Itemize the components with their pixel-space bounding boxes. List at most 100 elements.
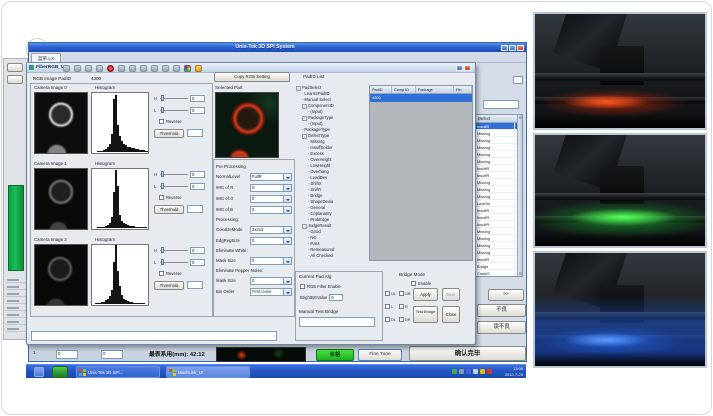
defect-row[interactable]: InsuffRN <box>476 165 522 172</box>
dialog-close-icon[interactable] <box>464 65 471 71</box>
start-button[interactable] <box>52 366 68 378</box>
image-icon[interactable] <box>140 65 147 72</box>
bridge-checkbox[interactable] <box>399 291 404 296</box>
bridge-checkbox[interactable] <box>385 304 390 309</box>
fine-tune-button[interactable]: Fine Tune <box>358 349 402 361</box>
field-dropdown[interactable]: FullR <box>250 173 292 181</box>
l-slider[interactable] <box>160 107 188 114</box>
bright-bg-input[interactable]: 0 <box>329 294 343 301</box>
defect-row[interactable]: MissingN <box>476 228 522 235</box>
status-field[interactable] <box>31 331 277 341</box>
save-button[interactable]: Save <box>442 288 460 301</box>
update-icon[interactable] <box>480 369 485 374</box>
bridge-checkbox[interactable] <box>385 291 390 296</box>
layers-icon[interactable] <box>151 65 158 72</box>
false-ng-button[interactable]: 误不良 <box>477 321 526 334</box>
h-slider[interactable] <box>160 247 188 254</box>
slider-thumb[interactable] <box>161 107 164 113</box>
defect-row[interactable]: MissingN <box>476 193 522 200</box>
status-value-1[interactable]: 0 <box>56 350 78 359</box>
field-dropdown[interactable]: 3x3x3 <box>250 226 292 234</box>
defect-row[interactable]: InsuffRN <box>476 214 522 221</box>
test-bridge-button[interactable]: Test Bridge <box>413 306 438 323</box>
threshold-button[interactable]: Threshold <box>154 129 184 138</box>
close-button[interactable]: Close <box>442 306 460 323</box>
defect-row[interactable]: MissingN <box>476 144 522 151</box>
defect-row[interactable]: BridgeN <box>476 263 522 270</box>
network-icon[interactable] <box>466 369 471 374</box>
paste-icon[interactable] <box>96 65 103 72</box>
defect-row[interactable]: MissingN <box>476 249 522 256</box>
taskbar-app-0[interactable]: Unis-Tek 3D SPI... <box>76 366 160 378</box>
defect-row[interactable]: MissingN <box>476 130 522 137</box>
slider-thumb[interactable] <box>161 171 164 177</box>
defect-row[interactable]: InsuffRN <box>476 123 522 130</box>
reverse-checkbox[interactable] <box>159 195 164 200</box>
field-dropdown[interactable]: 0 <box>250 195 292 203</box>
taskbar-app-1[interactable]: MachLink_UI <box>166 366 250 378</box>
l-value-input[interactable]: 0 <box>190 259 205 266</box>
field-dropdown[interactable]: First Color <box>250 288 292 296</box>
threshold-button[interactable]: Threshold <box>154 281 184 290</box>
defect-row[interactable]: MissingN <box>476 137 522 144</box>
threshold-value-input[interactable] <box>187 205 203 213</box>
maximize-icon[interactable] <box>509 45 516 51</box>
zoom-icon[interactable] <box>173 65 180 72</box>
h-slider[interactable] <box>160 171 188 178</box>
rgb-filter-checkbox[interactable] <box>300 284 305 289</box>
defect-row[interactable]: CrackSN <box>476 270 522 277</box>
l-value-input[interactable]: 0 <box>190 183 205 190</box>
tree-item[interactable]: -All Checked <box>295 253 367 259</box>
tree-expander-icon[interactable]: − <box>302 104 307 109</box>
ime-flag-icon[interactable] <box>487 369 492 374</box>
save-icon[interactable] <box>74 65 81 72</box>
h-value-input[interactable]: 0 <box>190 247 205 254</box>
field-dropdown[interactable]: 0 <box>250 206 292 214</box>
threshold-value-input[interactable] <box>187 129 203 137</box>
l-value-input[interactable]: 0 <box>190 107 205 114</box>
dialog-minimize-icon[interactable] <box>456 65 463 71</box>
field-dropdown[interactable]: 0 <box>250 237 292 245</box>
defect-row[interactable]: InsuffRN <box>476 221 522 228</box>
palette-icon[interactable] <box>184 65 191 72</box>
bridge-checkbox[interactable] <box>399 304 404 309</box>
tree-expander-icon[interactable]: − <box>296 86 301 91</box>
ng-button[interactable]: 不良 <box>477 304 526 317</box>
pen-icon[interactable] <box>162 65 169 72</box>
tree-expander-icon[interactable]: − <box>302 116 307 121</box>
threshold-button[interactable]: Threshold <box>154 205 184 214</box>
pad-table-selected-row[interactable]: 4300 <box>370 94 472 102</box>
field-dropdown[interactable]: 0 <box>250 257 292 265</box>
more-button[interactable]: >> <box>488 289 524 301</box>
display-icon[interactable] <box>459 369 464 374</box>
quick-launch-icon[interactable] <box>34 367 44 377</box>
left-panel-button[interactable] <box>7 63 23 72</box>
copy-icon[interactable] <box>85 65 92 72</box>
defect-row[interactable]: MissingN <box>476 151 522 158</box>
defect-row[interactable]: InsuffRN <box>476 256 522 263</box>
defect-row[interactable]: LowHeiN <box>476 200 522 207</box>
status-value-2[interactable]: 0 <box>101 350 123 359</box>
field-dropdown[interactable]: 0 <box>250 277 292 285</box>
panel-mini-button[interactable] <box>513 76 523 84</box>
slider-thumb[interactable] <box>161 183 164 189</box>
manual-test-bridge-input[interactable] <box>299 317 375 327</box>
grid-icon[interactable] <box>129 65 136 72</box>
defect-row[interactable]: MissingN <box>476 242 522 249</box>
bridge-checkbox[interactable] <box>399 317 404 322</box>
left-panel-button[interactable] <box>7 75 23 84</box>
bridge-checkbox[interactable] <box>385 317 390 322</box>
defect-row[interactable]: InsuffRN <box>476 207 522 214</box>
defect-table-scrollbar[interactable] <box>517 115 522 276</box>
bridge-enable-checkbox[interactable] <box>411 281 416 286</box>
slider-thumb[interactable] <box>161 259 164 265</box>
field-dropdown[interactable]: 0 <box>250 184 292 192</box>
h-value-input[interactable]: 0 <box>190 171 205 178</box>
antivirus-icon[interactable] <box>452 369 457 374</box>
apply-button[interactable]: Apply <box>413 288 438 301</box>
defect-row[interactable]: MissingN <box>476 186 522 193</box>
defect-row[interactable]: MissingN <box>476 179 522 186</box>
reverse-checkbox[interactable] <box>159 271 164 276</box>
open-icon[interactable] <box>63 65 70 72</box>
reverse-checkbox[interactable] <box>159 119 164 124</box>
